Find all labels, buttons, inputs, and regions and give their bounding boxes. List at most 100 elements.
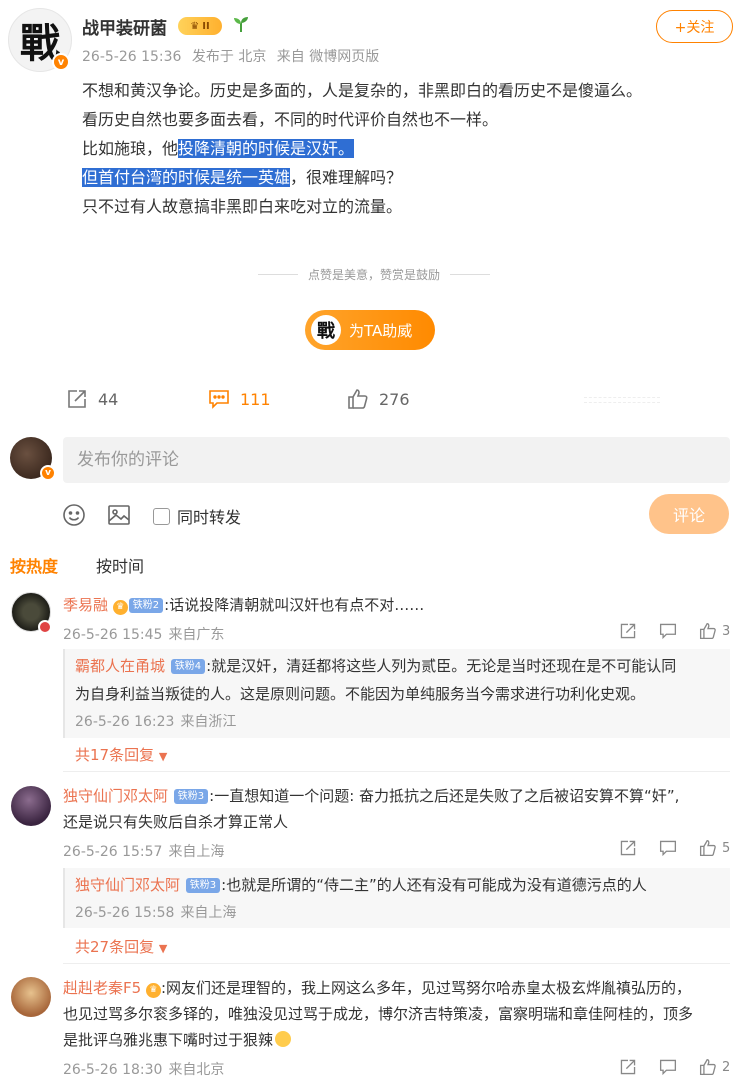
author-name[interactable]: 战甲装研菌 (82, 14, 167, 39)
comment-username[interactable]: 赳赳老秦F5 (63, 979, 141, 997)
reply-button[interactable] (659, 1058, 677, 1076)
comment-divider (63, 963, 730, 964)
thumb-icon (699, 839, 716, 857)
reply-text: 霸都人在甬城 铁粉4:就是汉奸，清廷都将这些人列为贰臣。无论是当时还现在是不可能… (75, 652, 676, 680)
tab-sort-time[interactable]: 按时间 (96, 553, 144, 577)
post-body: 不想和黄汉争论。历史是多面的，人是复杂的，非黑即白的看历史不是傻逼么。 看历史自… (82, 76, 722, 221)
appreciate-hint: 点赞是美意，赞赏是鼓励 (0, 266, 748, 283)
repost-icon (68, 390, 86, 408)
share-button[interactable] (619, 1058, 637, 1076)
comment-text: 季易融 ♛ 铁粉2:话说投降清朝就叫汉奸也有点不对…… (63, 591, 424, 619)
comment-location: 来自北京 (168, 1062, 225, 1078)
reply-meta: 26-5-26 16:23 来自浙江 (75, 711, 242, 731)
comment-time: 26-5-26 15:57 (63, 844, 163, 860)
reply-button[interactable] (659, 622, 677, 640)
crown-level-icon[interactable]: ♛ II (178, 17, 222, 35)
share-icon (620, 840, 636, 856)
comment-button[interactable]: 111 (208, 388, 271, 410)
checkbox-box[interactable] (153, 507, 170, 525)
comment-body: :话说投降清朝就叫汉奸也有点不对…… (164, 596, 425, 614)
post-line: 只不过有人故意搞非黑即白来吃对立的流量。 (82, 197, 403, 216)
crown-level: II (202, 20, 210, 32)
reply-body: :也就是所谓的“侍二主”的人还有没有可能成为没有道德污点的人 (221, 876, 647, 894)
reward-label: 为TA助威 (349, 321, 413, 340)
reward-button[interactable]: 戰 为TA助威 (305, 310, 435, 350)
comment-actions: 5 (597, 839, 730, 857)
grin-emoji-icon (275, 1031, 292, 1047)
follow-button[interactable]: +关注 (656, 10, 733, 43)
reply-time: 26-5-26 16:23 (75, 714, 175, 730)
reply-text: 独守仙门邓太阿 铁粉3:也就是所谓的“侍二主”的人还有没有可能成为没有道德污点的… (75, 871, 647, 899)
comment-like-count: 2 (722, 1059, 731, 1075)
reply-body: :就是汉奸，清廷都将这些人列为贰臣。无论是当时还现在是不可能认同 (206, 657, 677, 675)
fan-badge[interactable]: 铁粉3 (185, 878, 221, 893)
repost-checkbox[interactable]: 同时转发 (153, 504, 241, 528)
comment-time: 26-5-26 18:30 (63, 1062, 163, 1078)
submit-comment-button[interactable]: 评论 (649, 494, 729, 534)
reply-time: 26-5-26 15:58 (75, 905, 175, 921)
fan-badge[interactable]: 铁粉4 (170, 659, 206, 674)
thumb-button[interactable]: 3 (699, 622, 730, 640)
share-button[interactable] (619, 622, 637, 640)
crown-icon[interactable]: ♛ (145, 983, 161, 998)
member-icon (38, 620, 52, 634)
share-button[interactable] (619, 839, 637, 857)
repost-checkbox-label: 同时转发 (177, 508, 242, 527)
comment-meta: 26-5-26 15:45 来自广东 (63, 624, 230, 644)
image-button[interactable] (107, 503, 131, 531)
thumb-button[interactable]: 2 (699, 1058, 730, 1076)
tab-sort-hot[interactable]: 按热度 (10, 553, 58, 577)
reply-icon (659, 1059, 677, 1076)
sprout-icon[interactable] (232, 15, 250, 37)
fan-badge[interactable]: 铁粉3 (173, 789, 209, 804)
emoji-button[interactable] (62, 503, 86, 531)
comment-input[interactable] (77, 450, 716, 470)
reply-meta: 26-5-26 15:58 来自上海 (75, 902, 242, 922)
comment-meta: 26-5-26 18:30 来自北京 (63, 1059, 230, 1079)
reward-avatar: 戰 (311, 315, 341, 345)
crown-icon[interactable]: ♛ (112, 600, 128, 615)
comment-time: 26-5-26 15:45 (63, 627, 163, 643)
selected-text: 投降清朝的时候是汉奸。 (178, 139, 355, 158)
like-icon (348, 389, 368, 409)
comment-body: :一直想知道一个问题: 奋力抵抗之后还是失败了之后被诏安算不算“奸”, (209, 787, 680, 805)
comment-meta: 26-5-26 15:57 来自上海 (63, 841, 230, 861)
reply-box: 霸都人在甬城 铁粉4:就是汉奸，清廷都将这些人列为贰臣。无论是当时还现在是不可能… (63, 649, 730, 738)
like-button[interactable]: 276 (347, 388, 410, 410)
reply-location: 来自浙江 (180, 714, 237, 730)
post-time[interactable]: 26-5-26 15:36 (82, 49, 181, 65)
repost-button[interactable]: 44 (66, 388, 118, 410)
reply-username[interactable]: 霸都人在甬城 (75, 657, 165, 675)
comment-icon (209, 390, 229, 409)
comment-actions: 3 (597, 622, 730, 640)
like-count: 276 (379, 389, 410, 409)
comment-like-count: 3 (722, 623, 731, 639)
reply-location: 来自上海 (180, 905, 237, 921)
my-avatar[interactable]: v (10, 437, 56, 481)
comment-username[interactable]: 季易融 (63, 596, 108, 614)
reply-button[interactable] (659, 839, 677, 857)
comment-body: :网友们还是理智的，我上网这么多年，见过骂努尔哈赤皇太极玄烨胤禛弘历的， (160, 979, 692, 997)
more-replies-link[interactable]: 共17条回复 ▼ (75, 744, 167, 765)
selected-text: 但首付台湾的时候是统一英雄 (82, 168, 291, 187)
fan-badge[interactable]: 铁粉2 (128, 598, 164, 613)
repost-count: 44 (98, 389, 119, 409)
commenter-avatar[interactable] (11, 786, 51, 826)
reply-icon (659, 840, 677, 857)
verified-icon: v (52, 53, 70, 71)
comment-divider (63, 771, 730, 772)
comment-location: 来自广东 (168, 627, 225, 643)
comment-username[interactable]: 独守仙门邓太阿 (63, 787, 168, 805)
more-replies-link[interactable]: 共27条回复 ▼ (75, 936, 167, 957)
post-line: 看历史自然也要多面去看，不同的时代评价自然也不一样。 (82, 110, 499, 129)
commenter-avatar[interactable] (11, 977, 51, 1017)
comment-composer[interactable] (63, 437, 730, 483)
comment-body-cont: 还是说只有失败后自杀才算正常人 (63, 813, 289, 831)
chevron-down-icon: ▼ (158, 942, 168, 955)
image-icon (108, 505, 130, 525)
comment-actions: 2 (597, 1058, 730, 1076)
reply-username[interactable]: 独守仙门邓太阿 (75, 876, 180, 894)
chevron-down-icon: ▼ (158, 750, 168, 763)
emoji-icon (63, 504, 85, 526)
thumb-button[interactable]: 5 (699, 839, 730, 857)
